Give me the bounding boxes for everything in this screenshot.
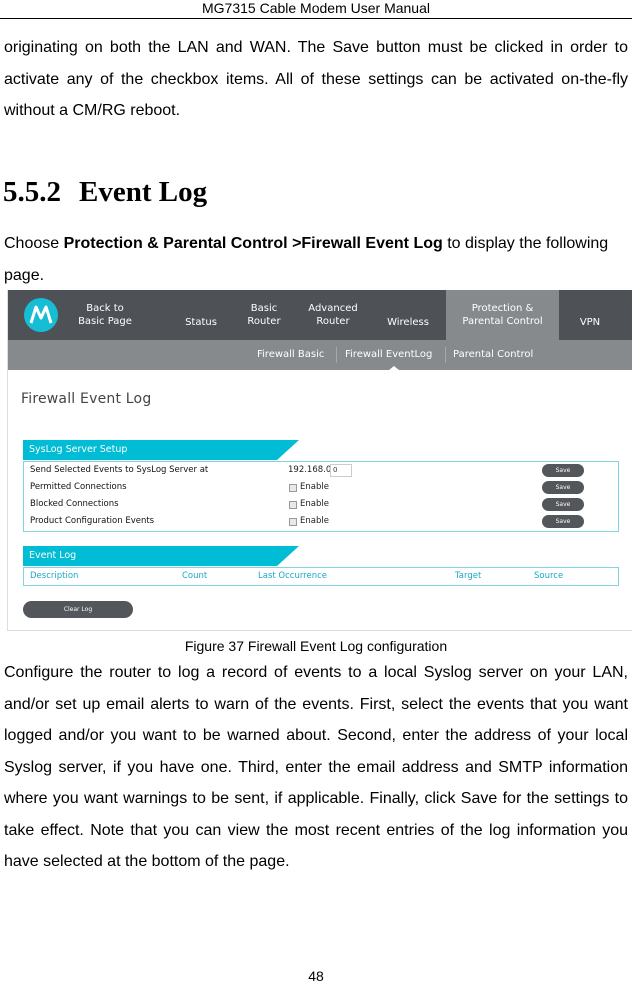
nav-advanced-router[interactable]: Advanced Router — [302, 290, 364, 340]
blocked-enable-label: Enable — [300, 499, 329, 509]
page-number: 48 — [308, 968, 324, 984]
eventlog-card-title: Event Log — [29, 550, 77, 561]
syslog-card-title: SysLog Server Setup — [29, 444, 128, 455]
header-tab-slant — [277, 440, 299, 460]
nav-status[interactable]: Status — [178, 290, 224, 340]
sub-nav: Firewall Basic Firewall EventLog Parenta… — [8, 340, 632, 370]
subnav-divider — [445, 347, 446, 363]
product-config-enable-checkbox[interactable] — [289, 518, 297, 526]
eventlog-table: Description Count Last Occurrence Target… — [23, 567, 619, 586]
subnav-parental-control[interactable]: Parental Control — [453, 340, 533, 370]
clear-log-button[interactable]: Clear Log — [23, 601, 133, 618]
section-number: 5.5.2 — [3, 176, 61, 208]
top-nav: Back to Basic Page Status Basic Router A… — [8, 290, 632, 340]
syslog-ip-input[interactable]: 0 — [330, 464, 352, 477]
save-permitted-button[interactable]: Save — [542, 481, 584, 494]
nav-basic-router[interactable]: Basic Router — [241, 290, 287, 340]
row-label-blocked: Blocked Connections — [30, 499, 119, 509]
section-title: Event Log — [79, 176, 208, 208]
choose-prefix: Choose — [4, 235, 64, 252]
syslog-card: Send Selected Events to SysLog Server at… — [23, 461, 619, 532]
row-label-product-config: Product Configuration Events — [30, 516, 155, 526]
nav-back-to-basic[interactable]: Back to Basic Page — [70, 290, 140, 340]
subnav-firewall-basic[interactable]: Firewall Basic — [257, 340, 324, 370]
product-config-enable-label: Enable — [300, 516, 329, 526]
nav-wireless[interactable]: Wireless — [380, 290, 436, 340]
motorola-logo-icon — [24, 298, 58, 332]
column-source: Source — [534, 571, 564, 581]
intro-paragraph: originating on both the LAN and WAN. The… — [4, 39, 628, 119]
active-tab-indicator-icon — [389, 366, 399, 370]
column-count: Count — [182, 571, 208, 581]
ip-prefix: 192.168.0. — [288, 465, 334, 475]
nav-vpn[interactable]: VPN — [568, 290, 612, 340]
blocked-enable-checkbox[interactable] — [289, 501, 297, 509]
column-target: Target — [455, 571, 482, 581]
choose-instruction: Choose Protection & Parental Control >Fi… — [4, 228, 630, 291]
save-syslog-button[interactable]: Save — [542, 464, 584, 477]
menu-path: Protection & Parental Control >Firewall … — [63, 235, 443, 252]
section-heading: 5.5.2 Event Log — [3, 172, 207, 212]
subnav-divider — [336, 347, 337, 363]
save-blocked-button[interactable]: Save — [542, 498, 584, 511]
header-tab-slant — [277, 546, 299, 566]
body-paragraph: Configure the router to log a record of … — [4, 664, 628, 870]
figure-caption: Figure 37 Firewall Event Log configurati… — [184, 638, 448, 654]
manual-title: MG7315 Cable Modem User Manual — [202, 0, 430, 16]
router-ui-screenshot: Back to Basic Page Status Basic Router A… — [7, 290, 632, 631]
row-label-permitted: Permitted Connections — [30, 482, 127, 492]
column-description: Description — [30, 571, 79, 581]
column-last-occurrence: Last Occurrence — [258, 571, 328, 581]
syslog-card-header: SysLog Server Setup — [23, 440, 299, 460]
nav-protection-parental-control[interactable]: Protection & Parental Control — [446, 290, 559, 340]
document-header: MG7315 Cable Modem User Manual — [0, 0, 632, 19]
permitted-enable-checkbox[interactable] — [289, 484, 297, 492]
eventlog-card-header: Event Log — [23, 546, 299, 566]
page-heading: Firewall Event Log — [21, 391, 152, 407]
permitted-enable-label: Enable — [300, 482, 329, 492]
row-label-syslog-server: Send Selected Events to SysLog Server at — [30, 465, 209, 475]
save-product-config-button[interactable]: Save — [542, 515, 584, 528]
